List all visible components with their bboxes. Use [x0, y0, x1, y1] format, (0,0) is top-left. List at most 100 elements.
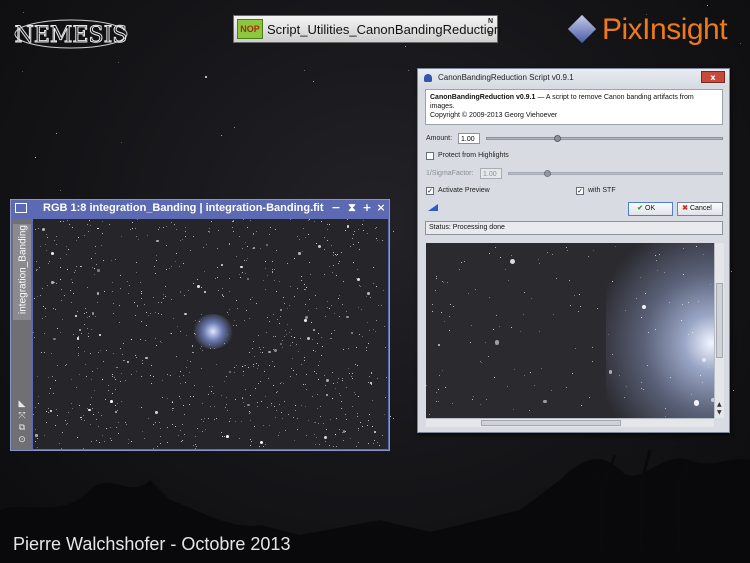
star — [166, 244, 168, 246]
star — [346, 310, 348, 312]
star — [368, 329, 370, 331]
image-window-sidebar: integration_Banding ◣ ⤧ ⧉ ⊙ — [12, 219, 32, 449]
amount-slider-thumb[interactable] — [554, 135, 562, 142]
star — [300, 280, 302, 282]
star — [105, 428, 107, 430]
star — [98, 352, 100, 354]
star — [199, 347, 201, 349]
star — [386, 377, 388, 379]
star — [368, 420, 370, 422]
close-button[interactable]: × — [374, 201, 388, 215]
sigma-factor-slider-thumb[interactable] — [544, 170, 551, 177]
star — [89, 404, 91, 406]
amount-field[interactable]: 1.00 — [458, 133, 480, 144]
star — [249, 444, 251, 446]
image-canvas[interactable] — [33, 219, 388, 449]
shade-button[interactable]: ⧗ — [345, 201, 359, 215]
star — [116, 403, 118, 405]
preview-vertical-scrollbar[interactable]: ▲ ▼ — [714, 243, 724, 418]
image-window[interactable]: RGB 1:8 integration_Banding | integratio… — [10, 199, 390, 451]
star — [314, 370, 316, 372]
star — [235, 421, 236, 423]
star — [485, 342, 487, 344]
dialog-titlebar[interactable]: CanonBandingReduction Script v0.9.1 x — [418, 69, 729, 87]
star — [154, 266, 155, 268]
star — [367, 443, 369, 445]
maximize-button[interactable]: + — [360, 201, 374, 215]
star — [579, 306, 581, 308]
star — [266, 406, 268, 408]
protect-highlights-checkbox[interactable] — [426, 152, 434, 160]
scroll-up-icon[interactable]: ▲ — [717, 401, 722, 408]
star — [574, 347, 576, 349]
ok-button[interactable]: ✔ OK — [628, 202, 673, 216]
activate-preview-label: Activate Preview — [438, 187, 490, 194]
star — [325, 428, 327, 430]
star — [337, 262, 339, 264]
minimize-button[interactable]: − — [329, 201, 343, 215]
star — [211, 386, 213, 388]
star — [354, 392, 356, 394]
star — [145, 311, 147, 313]
star — [274, 280, 276, 282]
clone-view-icon[interactable]: ⧉ — [16, 423, 28, 433]
star — [165, 225, 167, 227]
star — [65, 423, 67, 425]
star — [336, 254, 337, 256]
star — [137, 239, 139, 241]
star — [319, 416, 321, 418]
star — [211, 221, 213, 223]
star — [310, 322, 312, 324]
star — [275, 290, 277, 292]
star — [312, 349, 314, 351]
preview-horizontal-scrollbar[interactable] — [426, 418, 714, 427]
star — [706, 5, 708, 7]
new-instance-icon[interactable] — [428, 204, 438, 211]
star — [343, 439, 345, 441]
script-dialog[interactable]: CanonBandingReduction Script v0.9.1 x Ca… — [417, 68, 730, 433]
fit-view-icon[interactable]: ⤧ — [16, 411, 28, 421]
cancel-button[interactable]: ✖ Cancel — [677, 202, 723, 216]
view-tab[interactable]: integration_Banding — [13, 224, 31, 320]
star — [78, 329, 81, 332]
star — [493, 377, 495, 379]
sigma-factor-field[interactable]: 1.00 — [480, 168, 502, 179]
star — [95, 245, 97, 247]
identifier-icon[interactable]: ⊙ — [16, 435, 28, 445]
sigma-factor-slider[interactable] — [508, 172, 723, 175]
star — [519, 330, 521, 332]
star — [347, 347, 349, 349]
star — [505, 269, 507, 271]
star — [34, 441, 36, 443]
amount-slider[interactable] — [486, 137, 723, 140]
star — [550, 389, 552, 391]
star — [95, 419, 97, 421]
preview-tool-icon[interactable]: ◣ — [16, 399, 28, 409]
process-icon[interactable]: NOP Script_Utilities_CanonBandingReducti… — [233, 15, 501, 43]
star — [126, 280, 128, 282]
scroll-down-icon[interactable]: ▼ — [717, 409, 722, 416]
star — [59, 332, 61, 334]
star — [344, 230, 346, 232]
star — [258, 382, 260, 384]
star — [47, 407, 50, 410]
star — [608, 370, 612, 374]
horizontal-scroll-thumb[interactable] — [481, 420, 621, 426]
star — [114, 259, 116, 261]
vertical-scroll-thumb[interactable] — [716, 283, 723, 358]
star — [114, 404, 116, 406]
star — [60, 448, 62, 449]
star — [247, 277, 250, 280]
star — [136, 357, 138, 359]
image-window-titlebar[interactable]: RGB 1:8 integration_Banding | integratio… — [11, 200, 389, 218]
preview-image[interactable] — [426, 243, 714, 418]
star — [335, 434, 337, 436]
with-stf-checkbox[interactable]: ✓ — [576, 187, 584, 195]
activate-preview-checkbox[interactable]: ✓ — [426, 187, 434, 195]
star — [93, 273, 95, 275]
star — [307, 310, 309, 312]
star — [181, 439, 183, 441]
dialog-close-button[interactable]: x — [701, 71, 725, 83]
star — [272, 348, 274, 350]
star — [338, 429, 340, 431]
